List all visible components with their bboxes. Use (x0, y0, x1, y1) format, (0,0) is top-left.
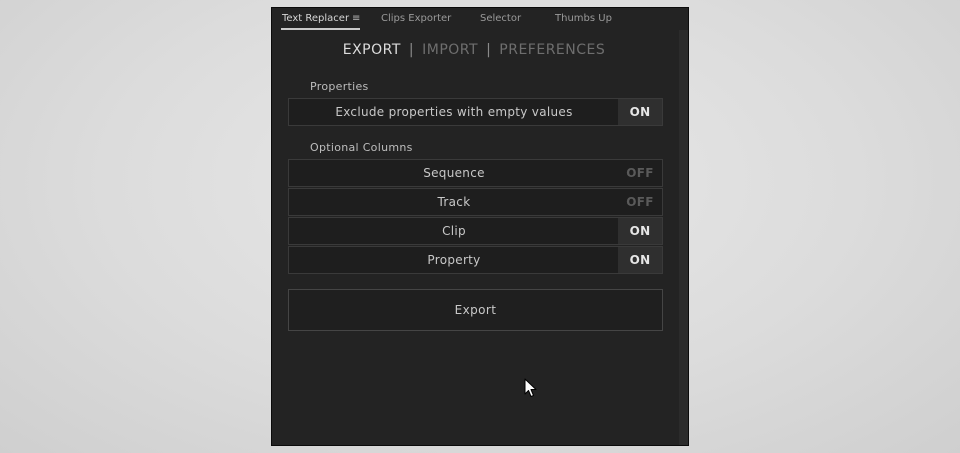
sequence-row[interactable]: Sequence OFF (288, 159, 663, 187)
hamburger-menu-icon[interactable]: ≡ (352, 13, 360, 24)
export-button[interactable]: Export (288, 289, 663, 331)
scrollbar-track[interactable] (679, 30, 688, 445)
exclude-empty-label: Exclude properties with empty values (335, 105, 573, 119)
section-nav: EXPORT | IMPORT | PREFERENCES (272, 42, 676, 58)
panel-tab-bar: Text Replacer ≡ Clips Exporter Selector … (272, 8, 688, 30)
nav-export[interactable]: EXPORT (343, 42, 401, 58)
nav-separator: | (486, 42, 492, 58)
tab-selector[interactable]: Selector (480, 13, 521, 24)
track-row[interactable]: Track OFF (288, 188, 663, 216)
exclude-empty-row[interactable]: Exclude properties with empty values ON (288, 98, 663, 126)
property-toggle[interactable]: ON (618, 247, 662, 273)
nav-import[interactable]: IMPORT (422, 42, 478, 58)
tab-clips-exporter[interactable]: Clips Exporter (381, 13, 451, 24)
clip-label: Clip (442, 224, 466, 238)
active-tab-indicator (281, 28, 360, 30)
tab-text-replacer[interactable]: Text Replacer (282, 13, 349, 24)
property-label: Property (427, 253, 481, 267)
tab-thumbs-up[interactable]: Thumbs Up (555, 13, 612, 24)
extension-panel: Text Replacer ≡ Clips Exporter Selector … (271, 7, 689, 446)
property-row[interactable]: Property ON (288, 246, 663, 274)
nav-preferences[interactable]: PREFERENCES (499, 42, 605, 58)
track-label: Track (437, 195, 471, 209)
optional-columns-heading: Optional Columns (310, 141, 413, 154)
properties-heading: Properties (310, 80, 369, 93)
track-toggle[interactable]: OFF (618, 189, 662, 215)
clip-row[interactable]: Clip ON (288, 217, 663, 245)
nav-separator: | (408, 42, 415, 58)
mouse-pointer-icon (524, 378, 537, 397)
sequence-toggle[interactable]: OFF (618, 160, 662, 186)
exclude-empty-toggle[interactable]: ON (618, 99, 662, 125)
sequence-label: Sequence (423, 166, 485, 180)
clip-toggle[interactable]: ON (618, 218, 662, 244)
